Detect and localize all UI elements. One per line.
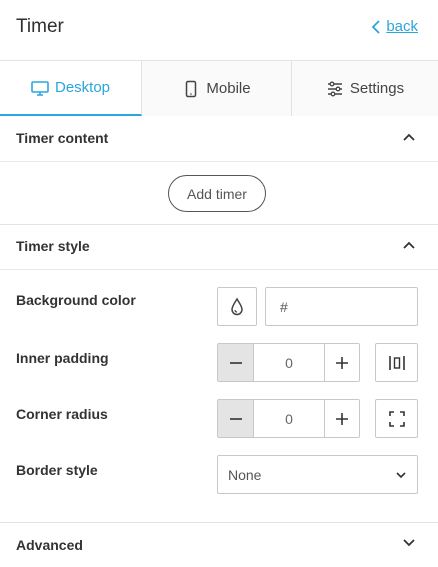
back-link-label[interactable]: back — [386, 18, 418, 35]
background-color-input[interactable]: # — [265, 287, 418, 326]
corner-mode-button[interactable] — [375, 399, 418, 438]
corner-radius-stepper: 0 — [217, 399, 360, 438]
chevron-down-icon — [403, 539, 415, 547]
panel-title: Timer — [16, 16, 64, 37]
border-style-value: None — [228, 466, 262, 483]
sliders-icon — [327, 81, 342, 96]
corner-radius-increment-button[interactable] — [324, 400, 359, 437]
inner-padding-value[interactable]: 0 — [254, 344, 324, 381]
tab-settings-label: Settings — [349, 80, 405, 97]
inner-padding-label: Inner padding — [16, 350, 109, 366]
plus-icon — [336, 356, 348, 369]
tab-desktop[interactable]: Desktop — [0, 61, 142, 116]
desktop-icon — [31, 80, 49, 96]
chevron-down-icon — [396, 472, 406, 479]
padding-mode-button[interactable] — [375, 343, 418, 382]
timer-style-title: Timer style — [16, 238, 90, 254]
device-tabs: Desktop Mobile Settings — [0, 61, 438, 116]
border-style-label: Border style — [16, 462, 98, 478]
plus-icon — [336, 412, 348, 425]
chevron-up-icon — [403, 241, 415, 249]
panel-header: Timer back — [0, 0, 438, 61]
inner-padding-increment-button[interactable] — [324, 344, 359, 381]
advanced-title: Advanced — [16, 537, 83, 553]
mobile-icon — [186, 80, 197, 97]
chevron-left-icon — [372, 19, 380, 34]
corner-radius-value[interactable]: 0 — [254, 400, 324, 437]
droplet-icon — [231, 297, 243, 315]
corner-radius-decrement-button[interactable] — [218, 400, 254, 437]
minus-icon — [229, 361, 242, 364]
back-link[interactable]: back — [371, 18, 418, 35]
color-picker-button[interactable] — [217, 287, 257, 326]
tab-desktop-label: Desktop — [54, 79, 111, 96]
inner-padding-decrement-button[interactable] — [218, 344, 254, 381]
advanced-header[interactable]: Advanced — [0, 523, 438, 567]
chevron-up-icon — [403, 133, 415, 141]
tab-mobile[interactable]: Mobile — [142, 61, 292, 116]
tab-settings[interactable]: Settings — [292, 61, 438, 116]
inner-padding-stepper: 0 — [217, 343, 360, 382]
timer-content-title: Timer content — [16, 130, 109, 146]
timer-content-header[interactable]: Timer content — [0, 116, 438, 162]
timer-style-header[interactable]: Timer style — [0, 224, 438, 270]
background-color-label: Background color — [16, 292, 136, 308]
minus-icon — [229, 417, 242, 420]
tab-mobile-label: Mobile — [206, 80, 251, 97]
border-style-select[interactable]: None — [217, 455, 418, 494]
corners-icon — [388, 410, 405, 427]
corner-radius-label: Corner radius — [16, 406, 108, 422]
padding-icon — [388, 355, 405, 370]
add-timer-button[interactable]: Add timer — [168, 175, 266, 212]
